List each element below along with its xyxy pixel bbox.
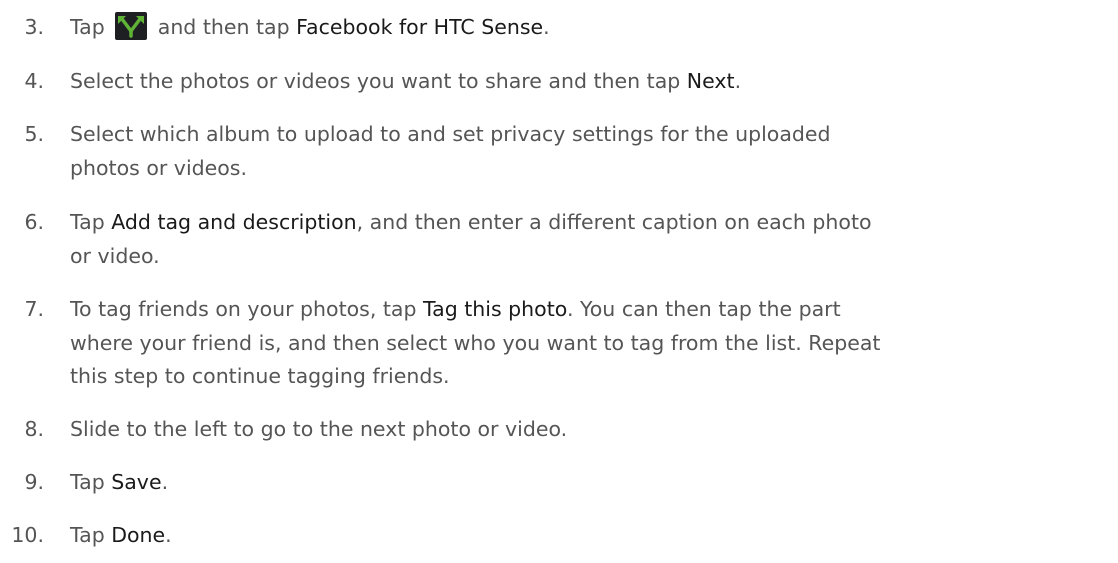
step-number: 5. bbox=[24, 122, 44, 146]
step-text: To tag friends on your photos, tap Tag t… bbox=[70, 297, 881, 388]
step-text: Select which album to upload to and set … bbox=[70, 122, 831, 180]
step-text: Tap Done. bbox=[70, 523, 172, 547]
ui-term: Add tag and description bbox=[111, 210, 357, 234]
step-number: 4. bbox=[24, 69, 44, 93]
step-text: Tap Add tag and description, and then en… bbox=[70, 210, 872, 268]
step-text: Tap Save. bbox=[70, 470, 169, 494]
step-number: 7. bbox=[24, 297, 44, 321]
step-number: 6. bbox=[24, 210, 44, 234]
step-number: 9. bbox=[24, 470, 44, 494]
instruction-list: 3. Tap and then tap Facebook for HTC Sen… bbox=[0, 0, 1118, 563]
ui-term: Next bbox=[686, 69, 735, 93]
step-number: 8. bbox=[24, 417, 44, 441]
ui-term: Facebook for HTC Sense bbox=[296, 15, 544, 39]
step-text: Select the photos or videos you want to … bbox=[70, 69, 742, 93]
share-icon bbox=[115, 12, 148, 40]
step-number: 10. bbox=[11, 523, 44, 547]
ui-term: Tag this photo bbox=[423, 297, 567, 321]
step-number: 3. bbox=[24, 15, 44, 39]
step-text: Tap and then tap Facebook for HTC Sense. bbox=[70, 11, 1114, 45]
ui-term: Done bbox=[111, 523, 166, 547]
ui-term: Save bbox=[111, 470, 162, 494]
step-text: Slide to the left to go to the next phot… bbox=[70, 417, 568, 441]
